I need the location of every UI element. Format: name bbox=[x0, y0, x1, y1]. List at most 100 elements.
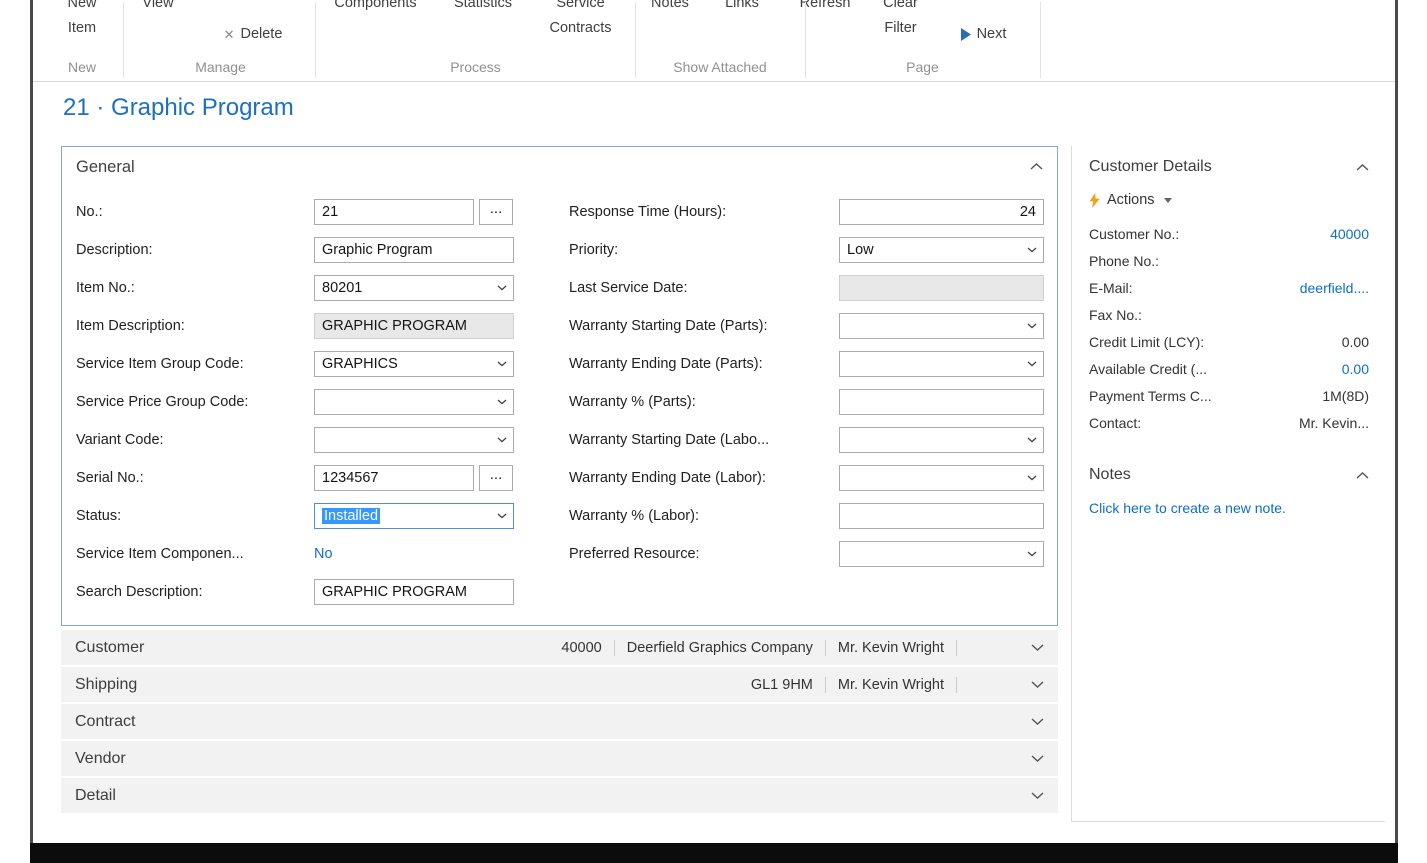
field-row: Priority: Low bbox=[569, 231, 1044, 269]
response-time-field[interactable]: 24 bbox=[839, 199, 1044, 225]
item-no-field[interactable]: 80201 bbox=[314, 275, 514, 301]
field-row: Last Service Date: bbox=[569, 269, 1044, 307]
chevron-down-icon[interactable] bbox=[1031, 755, 1044, 762]
service-item-group-code-field[interactable]: GRAPHICS bbox=[314, 351, 514, 377]
email-value[interactable]: deerfield.... bbox=[1300, 280, 1369, 296]
payment-terms-value: 1M(8D) bbox=[1322, 387, 1369, 404]
preferred-resource-field[interactable] bbox=[839, 541, 1044, 567]
last-service-date-field bbox=[839, 275, 1044, 301]
fasttab-label: Vendor bbox=[75, 749, 126, 767]
description-label: Description: bbox=[76, 242, 153, 258]
fasttab-customer[interactable]: Customer 40000 Deerfield Graphics Compan… bbox=[61, 630, 1058, 665]
service-item-components-value[interactable]: No bbox=[314, 546, 333, 562]
customer-details-title[interactable]: Customer Details bbox=[1089, 158, 1212, 176]
ribbon-group-divider bbox=[1040, 2, 1041, 78]
ribbon-button-delete[interactable]: ✕ Delete bbox=[203, 22, 303, 47]
dropdown-arrow-icon bbox=[1163, 197, 1172, 203]
lightning-bolt-icon bbox=[1089, 192, 1100, 208]
response-time-label: Response Time (Hours): bbox=[569, 204, 727, 220]
warranty-ending-date-labor-field[interactable] bbox=[839, 465, 1044, 491]
description-field[interactable]: Graphic Program bbox=[314, 237, 514, 263]
warranty-ending-date-parts-field[interactable] bbox=[839, 351, 1044, 377]
fax-no-label: Fax No.: bbox=[1089, 306, 1142, 323]
chevron-down-icon[interactable] bbox=[1031, 644, 1044, 651]
item-description-field: GRAPHIC PROGRAM bbox=[314, 313, 514, 339]
ribbon-group-show-attached: Show Attached bbox=[673, 59, 767, 75]
fasttab-vendor[interactable]: Vendor bbox=[61, 741, 1058, 776]
ribbon-group-manage: Manage bbox=[195, 59, 246, 75]
field-row: Warranty Starting Date (Parts): bbox=[569, 307, 1044, 345]
credit-limit-value: 0.00 bbox=[1341, 333, 1369, 350]
chevron-up-icon[interactable] bbox=[1356, 471, 1369, 479]
fasttab-contract[interactable]: Contract bbox=[61, 704, 1058, 739]
search-description-field[interactable]: GRAPHIC PROGRAM bbox=[314, 579, 514, 605]
field-row: Serial No.: 1234567 ... bbox=[76, 459, 514, 497]
warranty-starting-date-parts-field[interactable] bbox=[839, 313, 1044, 339]
ribbon-button-notes[interactable]: Notes bbox=[635, 0, 705, 16]
fasttab-detail[interactable]: Detail bbox=[61, 778, 1058, 813]
ribbon-button-clear-filter[interactable]: Clear Filter bbox=[863, 0, 938, 41]
general-left-column: No.: 21 ... Description: Graphic Program… bbox=[76, 193, 514, 611]
app-window: New Item View ✕ Delete Components Statis… bbox=[30, 0, 1398, 845]
ribbon-button-next[interactable]: Next bbox=[938, 22, 1028, 47]
ribbon-button-service-contracts[interactable]: Service Contracts bbox=[528, 0, 633, 41]
fasttab-general-header[interactable]: General bbox=[76, 158, 135, 177]
detail-row: Available Credit (... 0.00 bbox=[1089, 355, 1369, 382]
serial-no-field[interactable]: 1234567 bbox=[314, 465, 474, 491]
preferred-resource-label: Preferred Resource: bbox=[569, 546, 700, 562]
fasttab-shipping[interactable]: Shipping GL1 9HM Mr. Kevin Wright bbox=[61, 667, 1058, 702]
ribbon-button-links[interactable]: Links bbox=[707, 0, 777, 16]
ribbon-button-refresh[interactable]: Refresh bbox=[785, 0, 865, 16]
combo-arrow-icon bbox=[497, 285, 507, 291]
no-field[interactable]: 21 bbox=[314, 199, 474, 225]
ribbon-button-statistics[interactable]: Statistics bbox=[433, 0, 533, 16]
contact-value: Mr. Kevin... bbox=[1298, 414, 1369, 431]
chevron-up-icon[interactable] bbox=[1030, 163, 1043, 170]
contact-label: Contact: bbox=[1089, 414, 1142, 431]
detail-row: Credit Limit (LCY): 0.00 bbox=[1089, 328, 1369, 355]
chevron-down-icon[interactable] bbox=[1031, 718, 1044, 725]
ribbon-group-page: Page bbox=[906, 59, 939, 75]
chevron-down-icon[interactable] bbox=[1031, 792, 1044, 799]
ribbon-button-components[interactable]: Components bbox=[318, 0, 433, 16]
combo-arrow-icon bbox=[1027, 551, 1037, 557]
combo-arrow-icon bbox=[497, 361, 507, 367]
priority-field[interactable]: Low bbox=[839, 237, 1044, 263]
field-row: Description: Graphic Program bbox=[76, 231, 514, 269]
warranty-percent-parts-field[interactable] bbox=[839, 389, 1044, 415]
assist-edit-button[interactable]: ... bbox=[479, 465, 513, 491]
customer-no-value[interactable]: 40000 bbox=[1330, 226, 1369, 242]
actions-menu-button[interactable]: Actions bbox=[1089, 192, 1369, 208]
ribbon-button-new-item[interactable]: New Item bbox=[47, 0, 117, 41]
available-credit-value[interactable]: 0.00 bbox=[1342, 361, 1369, 377]
field-row: Service Item Group Code: GRAPHICS bbox=[76, 345, 514, 383]
detail-row: Payment Terms C... 1M(8D) bbox=[1089, 382, 1369, 409]
status-label: Status: bbox=[76, 508, 122, 524]
warranty-ending-date-labor-label: Warranty Ending Date (Labor): bbox=[569, 470, 766, 486]
create-note-link[interactable]: Click here to create a new note. bbox=[1089, 500, 1369, 516]
chevron-up-icon[interactable] bbox=[1356, 163, 1369, 171]
combo-arrow-icon bbox=[497, 513, 507, 519]
delete-icon: ✕ bbox=[223, 27, 235, 42]
search-description-label: Search Description: bbox=[76, 584, 203, 600]
assist-edit-button[interactable]: ... bbox=[479, 199, 513, 225]
service-price-group-code-field[interactable] bbox=[314, 389, 514, 415]
notes-title[interactable]: Notes bbox=[1089, 466, 1131, 484]
warranty-percent-labor-label: Warranty % (Labor): bbox=[569, 508, 699, 524]
warranty-starting-date-labor-field[interactable] bbox=[839, 427, 1044, 453]
fasttab-label: Shipping bbox=[75, 675, 138, 693]
field-row: Search Description: GRAPHIC PROGRAM bbox=[76, 573, 514, 611]
credit-limit-label: Credit Limit (LCY): bbox=[1089, 333, 1205, 350]
field-row: Warranty Starting Date (Labo... bbox=[569, 421, 1044, 459]
ribbon-button-view[interactable]: View bbox=[128, 0, 188, 16]
detail-row: Contact: Mr. Kevin... bbox=[1089, 409, 1369, 436]
service-price-group-code-label: Service Price Group Code: bbox=[76, 394, 249, 410]
ribbon-group-process: Process bbox=[450, 59, 501, 75]
variant-code-field[interactable] bbox=[314, 427, 514, 453]
status-field[interactable]: Installed bbox=[314, 503, 514, 529]
field-row: Warranty % (Parts): bbox=[569, 383, 1044, 421]
combo-arrow-icon bbox=[1027, 475, 1037, 481]
item-no-label: Item No.: bbox=[76, 280, 135, 296]
chevron-down-icon[interactable] bbox=[1031, 681, 1044, 688]
warranty-percent-labor-field[interactable] bbox=[839, 503, 1044, 529]
